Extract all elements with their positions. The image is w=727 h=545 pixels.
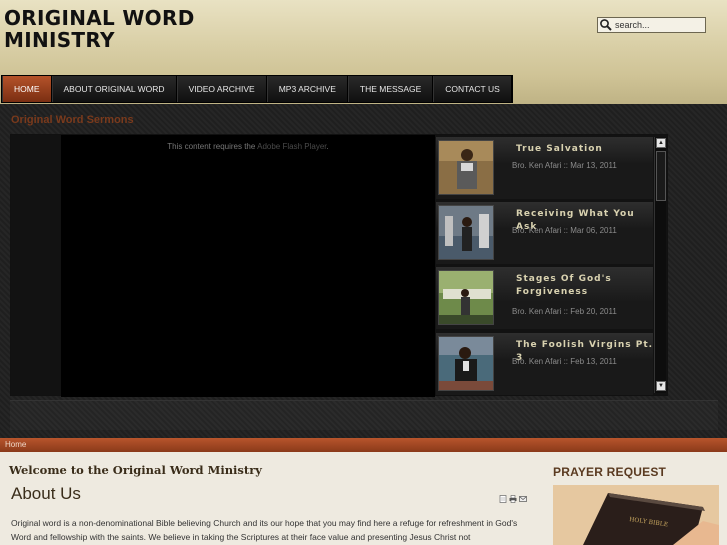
- playlist-item[interactable]: The Foolish Virgins Pt. 3 Bro. Ken Afari…: [436, 333, 653, 395]
- article-tools: [499, 490, 527, 503]
- email-icon[interactable]: [519, 490, 527, 502]
- playlist-item-meta: Bro. Ken Afari :: Feb 13, 2011: [512, 357, 617, 366]
- nav-item-video-archive[interactable]: VIDEO ARCHIVE: [176, 76, 267, 102]
- prayer-request-title[interactable]: PRAYER REQUEST: [553, 465, 666, 479]
- logo-line-1: ORIGINAL WORD: [4, 6, 195, 30]
- nav-item-contact[interactable]: CONTACT US: [433, 76, 512, 102]
- sermons-title: Original Word Sermons: [11, 114, 134, 126]
- pdf-icon[interactable]: [499, 490, 507, 503]
- sermon-panel: This content requires the Adobe Flash Pl…: [10, 134, 668, 397]
- flash-text: This content requires the: [167, 142, 258, 151]
- sermon-showcase: Original Word Sermons This content requi…: [0, 104, 727, 438]
- flash-text-end: .: [326, 142, 329, 151]
- playlist-item-meta: Bro. Ken Afari :: Feb 20, 2011: [512, 307, 617, 316]
- playlist-item[interactable]: Stages Of God's Forgiveness Bro. Ken Afa…: [436, 267, 653, 329]
- playlist-item[interactable]: True Salvation Bro. Ken Afari :: Mar 13,…: [436, 137, 653, 199]
- video-player[interactable]: This content requires the Adobe Flash Pl…: [61, 135, 435, 397]
- print-icon[interactable]: [509, 490, 517, 503]
- playlist-item[interactable]: Receiving What You Ask Bro. Ken Afari ::…: [436, 202, 653, 264]
- playlist-item-meta: Bro. Ken Afari :: Mar 06, 2011: [512, 226, 617, 235]
- flash-player-link[interactable]: Adobe Flash Player: [257, 142, 326, 151]
- site-logo[interactable]: ORIGINAL WORD MINISTRY: [4, 7, 195, 51]
- prayer-request-image[interactable]: HOLY BIBLE: [553, 485, 719, 545]
- flash-message: This content requires the Adobe Flash Pl…: [61, 142, 435, 151]
- sermon-thumbnail[interactable]: [438, 270, 494, 325]
- sermon-thumbnail[interactable]: [438, 140, 494, 195]
- main-content: Welcome to the Original Word Ministry Ab…: [0, 452, 727, 545]
- showcase-footer-strip: [10, 400, 718, 430]
- playlist-item-meta: Bro. Ken Afari :: Mar 13, 2011: [512, 161, 617, 170]
- sermon-thumbnail[interactable]: [438, 336, 494, 391]
- search-input[interactable]: [613, 18, 703, 32]
- playlist-scrollbar[interactable]: ▲ ▼: [654, 137, 666, 393]
- site-header: ORIGINAL WORD MINISTRY: [0, 0, 727, 76]
- nav-item-about[interactable]: ABOUT ORIGINAL WORD: [51, 76, 177, 102]
- sermon-thumbnail[interactable]: [438, 205, 494, 260]
- main-nav: HOME ABOUT ORIGINAL WORD VIDEO ARCHIVE M…: [1, 75, 513, 103]
- search-icon[interactable]: [599, 18, 613, 32]
- nav-item-mp3-archive[interactable]: MP3 ARCHIVE: [266, 76, 348, 102]
- breadcrumb-home[interactable]: Home: [5, 440, 26, 449]
- playlist-item-title: Stages Of God's Forgiveness: [516, 274, 612, 297]
- search-box: [597, 17, 706, 33]
- sermon-playlist: True Salvation Bro. Ken Afari :: Mar 13,…: [436, 137, 653, 395]
- page-title: About Us: [11, 484, 81, 503]
- welcome-heading: Welcome to the Original Word Ministry: [9, 463, 262, 477]
- nav-item-the-message[interactable]: THE MESSAGE: [347, 76, 434, 102]
- scroll-down-icon[interactable]: ▼: [656, 381, 666, 391]
- playlist-item-title: True Salvation: [516, 144, 603, 154]
- nav-item-home[interactable]: HOME: [2, 76, 52, 102]
- breadcrumb: Home: [0, 438, 727, 452]
- scrollbar-thumb[interactable]: [656, 151, 666, 201]
- scroll-up-icon[interactable]: ▲: [656, 138, 666, 148]
- logo-line-2: MINISTRY: [4, 28, 115, 52]
- about-body-text: Original word is a non-denominational Bi…: [11, 518, 518, 542]
